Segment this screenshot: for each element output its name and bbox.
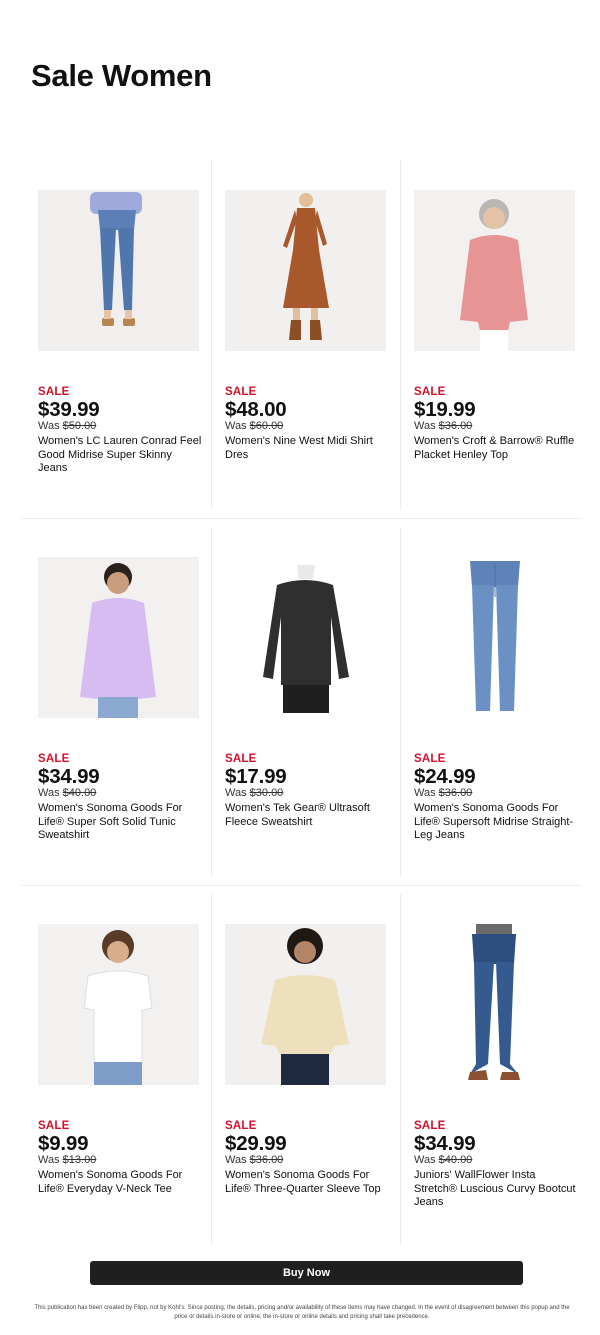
fleece-sweatshirt-mannequin-photo [225,557,386,718]
column-divider [400,160,401,510]
sale-price: $29.99 [225,1132,287,1155]
footer-disclaimer: This publication has been created by Fli… [34,1305,570,1320]
column-divider [211,527,212,877]
original-price: Was $36.00 [414,787,473,799]
original-price: Was $36.00 [225,1154,284,1166]
sale-badge: SALE [225,753,257,765]
sale-price: $39.99 [38,398,100,421]
woman-three-quarter-top-photo [225,924,386,1085]
buy-now-button[interactable]: Buy Now [90,1261,523,1285]
product-name[interactable]: Women's Sonoma Goods For Life® Supersoft… [414,802,579,843]
sale-price: $24.99 [414,765,476,788]
column-divider [211,894,212,1245]
product-row: SALE $9.99 Was $13.00 Women's Sonoma Goo… [22,886,582,1253]
sale-price: $19.99 [414,398,476,421]
product-grid: SALE $39.99 Was $50.00 Women's LC Lauren… [22,152,582,1253]
product-card[interactable]: SALE $39.99 Was $50.00 Women's LC Lauren… [38,152,208,518]
column-divider [211,160,212,510]
product-image[interactable] [38,924,199,1085]
product-card[interactable]: SALE $34.99 Was $40.00 Juniors' WallFlow… [414,886,584,1253]
product-image[interactable] [38,557,199,718]
product-card[interactable]: SALE $48.00 Was $60.00 Women's Nine West… [225,152,395,518]
product-card[interactable]: SALE $34.99 Was $40.00 Women's Sonoma Go… [38,519,208,885]
woman-henley-top-photo [414,190,575,351]
product-name[interactable]: Women's Tek Gear® Ultrasoft Fleece Sweat… [225,802,390,829]
product-name[interactable]: Women's LC Lauren Conrad Feel Good Midri… [38,435,203,476]
product-row: SALE $39.99 Was $50.00 Women's LC Lauren… [22,152,582,519]
sale-price: $34.99 [38,765,100,788]
straight-leg-jeans-photo [414,557,575,718]
product-card[interactable]: SALE $19.99 Was $36.00 Women's Croft & B… [414,152,584,518]
sale-badge: SALE [38,386,70,398]
product-name[interactable]: Women's Sonoma Goods For Life® Three-Qua… [225,1169,390,1196]
sale-badge: SALE [225,1120,257,1132]
product-image[interactable] [414,557,575,718]
product-image[interactable] [38,190,199,351]
original-price: Was $36.00 [414,420,473,432]
product-name[interactable]: Women's Sonoma Goods For Life® Super Sof… [38,802,203,843]
woman-dress-photo [225,190,386,351]
original-price: Was $30.00 [225,787,284,799]
product-card[interactable]: SALE $29.99 Was $36.00 Women's Sonoma Go… [225,886,395,1253]
original-price: Was $13.00 [38,1154,97,1166]
product-image[interactable] [414,190,575,351]
sale-badge: SALE [225,386,257,398]
product-card[interactable]: SALE $24.99 Was $36.00 Women's Sonoma Go… [414,519,584,885]
column-divider [400,894,401,1245]
product-image[interactable] [225,924,386,1085]
woman-tunic-sweatshirt-photo [38,557,199,718]
product-image[interactable] [225,190,386,351]
woman-jeans-photo [38,190,199,351]
sale-price: $17.99 [225,765,287,788]
woman-vneck-tee-photo [38,924,199,1085]
original-price: Was $50.00 [38,420,97,432]
sale-price: $34.99 [414,1132,476,1155]
sale-badge: SALE [414,1120,446,1132]
product-image[interactable] [225,557,386,718]
sale-badge: SALE [414,753,446,765]
bootcut-jeans-photo [414,924,575,1085]
sale-price: $9.99 [38,1132,89,1155]
column-divider [400,527,401,877]
product-card[interactable]: SALE $9.99 Was $13.00 Women's Sonoma Goo… [38,886,208,1253]
sale-badge: SALE [38,753,70,765]
product-name[interactable]: Women's Nine West Midi Shirt Dres [225,435,390,462]
product-name[interactable]: Juniors' WallFlower Insta Stretch® Lusci… [414,1169,579,1210]
original-price: Was $60.00 [225,420,284,432]
product-name[interactable]: Women's Sonoma Goods For Life® Everyday … [38,1169,203,1196]
product-image[interactable] [414,924,575,1085]
sale-badge: SALE [38,1120,70,1132]
product-name[interactable]: Women's Croft & Barrow® Ruffle Placket H… [414,435,579,462]
product-row: SALE $34.99 Was $40.00 Women's Sonoma Go… [22,519,582,886]
product-card[interactable]: SALE $17.99 Was $30.00 Women's Tek Gear®… [225,519,395,885]
sale-price: $48.00 [225,398,287,421]
original-price: Was $40.00 [414,1154,473,1166]
original-price: Was $40.00 [38,787,97,799]
page-title: Sale Women [31,58,212,93]
sale-badge: SALE [414,386,446,398]
